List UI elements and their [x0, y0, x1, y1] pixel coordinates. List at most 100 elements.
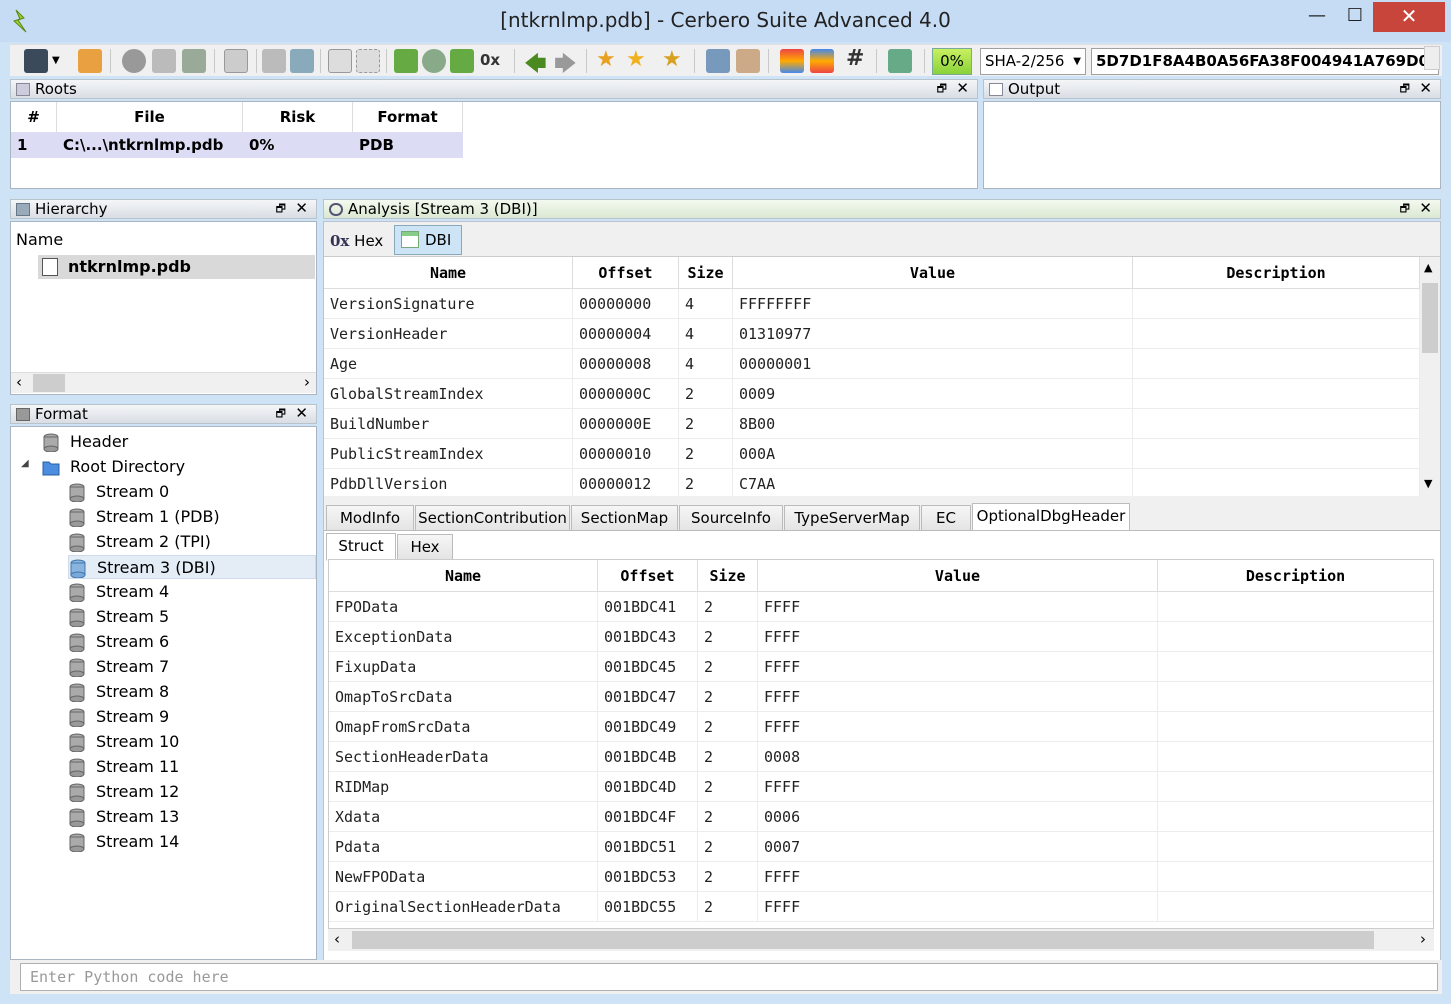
float-icon[interactable]: 🗗	[276, 200, 286, 218]
table-row[interactable]: PublicStreamIndex 00000010 2 000A	[324, 439, 1420, 469]
table-row[interactable]: BuildNumber 0000000E 2 8B00	[324, 409, 1420, 439]
close-icon[interactable]: ✕	[295, 199, 308, 217]
roots-col-risk[interactable]: Risk	[243, 102, 353, 132]
hex-tab[interactable]: Hex	[397, 534, 453, 560]
tree-item-stream[interactable]: Stream 8	[68, 680, 169, 704]
entropy-icon[interactable]	[810, 49, 834, 73]
roots-row-format[interactable]: PDB	[353, 132, 463, 158]
clipboard-icon[interactable]	[78, 49, 102, 73]
tree-item-stream[interactable]: Stream 0	[68, 480, 169, 504]
save-view-icon[interactable]	[262, 49, 286, 73]
chevron-up-icon[interactable]: ▲	[1424, 261, 1432, 274]
table-row[interactable]: OmapFromSrcData 001BDC49 2 FFFF	[329, 712, 1433, 742]
tree-item-stream[interactable]: Stream 7	[68, 655, 169, 679]
tree-item-root-directory[interactable]: Root Directory	[42, 455, 185, 479]
table-row[interactable]: NewFPOData 001BDC53 2 FFFF	[329, 862, 1433, 892]
table-row[interactable]: Age 00000008 4 00000001	[324, 349, 1420, 379]
edit-icon[interactable]	[736, 49, 760, 73]
vertical-scrollbar[interactable]: ▲ ▼	[1420, 257, 1440, 496]
chevron-right-icon[interactable]: ›	[304, 373, 310, 391]
struct-tab[interactable]: Struct	[326, 533, 396, 561]
tree-item-stream[interactable]: Stream 3 (DBI)	[68, 555, 316, 579]
section-tab-sectionmap[interactable]: SectionMap	[571, 505, 678, 531]
output-console[interactable]	[983, 101, 1441, 189]
close-icon[interactable]: ✕	[1419, 79, 1432, 97]
scrollbar-thumb[interactable]	[352, 931, 1374, 949]
horizontal-scrollbar[interactable]: ‹ ›	[11, 372, 316, 393]
file-add-icon[interactable]	[182, 49, 206, 73]
struct-col-name[interactable]: Name	[329, 560, 598, 592]
table-row[interactable]: FixupData 001BDC45 2 FFFF	[329, 652, 1433, 682]
refresh-icon[interactable]	[290, 49, 314, 73]
save-icon[interactable]	[24, 49, 48, 73]
tree-item-stream[interactable]: Stream 11	[68, 755, 179, 779]
grid-col-value[interactable]: Value	[733, 257, 1133, 289]
tree-item-stream[interactable]: Stream 2 (TPI)	[68, 530, 211, 554]
scrollbar-thumb[interactable]	[1422, 283, 1438, 353]
chevron-down-icon[interactable]: ▼	[52, 55, 60, 66]
maximize-button[interactable]: ☐	[1335, 2, 1375, 32]
table-row[interactable]: ExceptionData 001BDC43 2 FFFF	[329, 622, 1433, 652]
scrollbar-thumb[interactable]	[33, 374, 65, 392]
star-icon[interactable]: ★	[626, 47, 646, 72]
tree-item-stream[interactable]: Stream 13	[68, 805, 179, 829]
tree-item-stream[interactable]: Stream 5	[68, 605, 169, 629]
chevron-down-icon[interactable]: ▼	[1424, 477, 1432, 490]
hex-icon[interactable]: 0x	[480, 51, 500, 69]
roots-col-file[interactable]: File	[57, 102, 243, 132]
tree-item-stream[interactable]: Stream 14	[68, 830, 179, 854]
section-tab-ec[interactable]: EC	[921, 505, 971, 531]
roots-col-format[interactable]: Format	[353, 102, 463, 132]
close-icon[interactable]: ✕	[295, 404, 308, 422]
section-tab-typeservermap[interactable]: TypeServerMap	[784, 505, 920, 531]
tools-icon[interactable]	[706, 49, 730, 73]
search-icon[interactable]	[422, 49, 446, 73]
tree-item-stream[interactable]: Stream 10	[68, 730, 179, 754]
tree-item-stream[interactable]: Stream 4	[68, 580, 169, 604]
close-button[interactable]: ✕	[1373, 2, 1445, 32]
grid-col-description[interactable]: Description	[1133, 257, 1420, 289]
table-row[interactable]: VersionSignature 00000000 4 FFFFFFFF	[324, 289, 1420, 319]
color-map-icon[interactable]	[780, 49, 804, 73]
table-row[interactable]: OmapToSrcData 001BDC47 2 FFFF	[329, 682, 1433, 712]
table-row[interactable]: SectionHeaderData 001BDC4B 2 0008	[329, 742, 1433, 772]
hex-view-tab[interactable]: 0x Hex	[330, 228, 394, 254]
tree-item-stream[interactable]: Stream 12	[68, 780, 179, 804]
download-icon[interactable]	[394, 49, 418, 73]
struct-col-description[interactable]: Description	[1158, 560, 1433, 592]
tree-item-stream[interactable]: Stream 9	[68, 705, 169, 729]
horizontal-scrollbar[interactable]: ‹ ›	[328, 929, 1434, 951]
toolbar-extension-icon[interactable]	[1424, 46, 1440, 70]
table-row[interactable]: Pdata 001BDC51 2 0007	[329, 832, 1433, 862]
python-input[interactable]: Enter Python code here	[20, 963, 1438, 991]
table-row[interactable]: PdbDllVersion 00000012 2 C7AA	[324, 469, 1420, 496]
float-icon[interactable]: 🗗	[1400, 80, 1410, 98]
roots-row-risk[interactable]: 0%	[243, 132, 353, 158]
hash-algorithm-select[interactable]: SHA-2/256 ▼	[980, 48, 1086, 75]
struct-col-value[interactable]: Value	[758, 560, 1158, 592]
table-row[interactable]: GlobalStreamIndex 0000000C 2 0009	[324, 379, 1420, 409]
float-icon[interactable]: 🗗	[1400, 200, 1410, 218]
tree-item-stream[interactable]: Stream 6	[68, 630, 169, 654]
goto-icon[interactable]	[450, 49, 474, 73]
tree-item-header[interactable]: Header	[42, 430, 128, 454]
roots-row-file[interactable]: C:\...\ntkrnlmp.pdb	[57, 132, 243, 158]
star-add-icon[interactable]: ★	[596, 47, 616, 72]
chevron-right-icon[interactable]: ›	[1420, 930, 1426, 948]
dbi-view-tab[interactable]: DBI	[394, 225, 462, 255]
hash-icon[interactable]: #	[846, 46, 864, 71]
grid-col-name[interactable]: Name	[324, 257, 573, 289]
section-tab-modinfo[interactable]: ModInfo	[326, 505, 414, 531]
section-tab-sectioncontribution[interactable]: SectionContribution	[415, 505, 570, 531]
table-row[interactable]: FPOData 001BDC41 2 FFFF	[329, 592, 1433, 622]
select-icon[interactable]	[356, 49, 380, 73]
float-icon[interactable]: 🗗	[937, 80, 947, 98]
struct-col-size[interactable]: Size	[698, 560, 758, 592]
expand-arrow-icon[interactable]: ◢	[21, 458, 29, 469]
file-settings-icon[interactable]	[152, 49, 176, 73]
table-row[interactable]: RIDMap 001BDC4D 2 FFFF	[329, 772, 1433, 802]
table-row[interactable]: Xdata 001BDC4F 2 0006	[329, 802, 1433, 832]
hierarchy-item[interactable]: ntkrnlmp.pdb	[38, 255, 315, 279]
struct-col-offset[interactable]: Offset	[598, 560, 698, 592]
grid-col-size[interactable]: Size	[679, 257, 733, 289]
